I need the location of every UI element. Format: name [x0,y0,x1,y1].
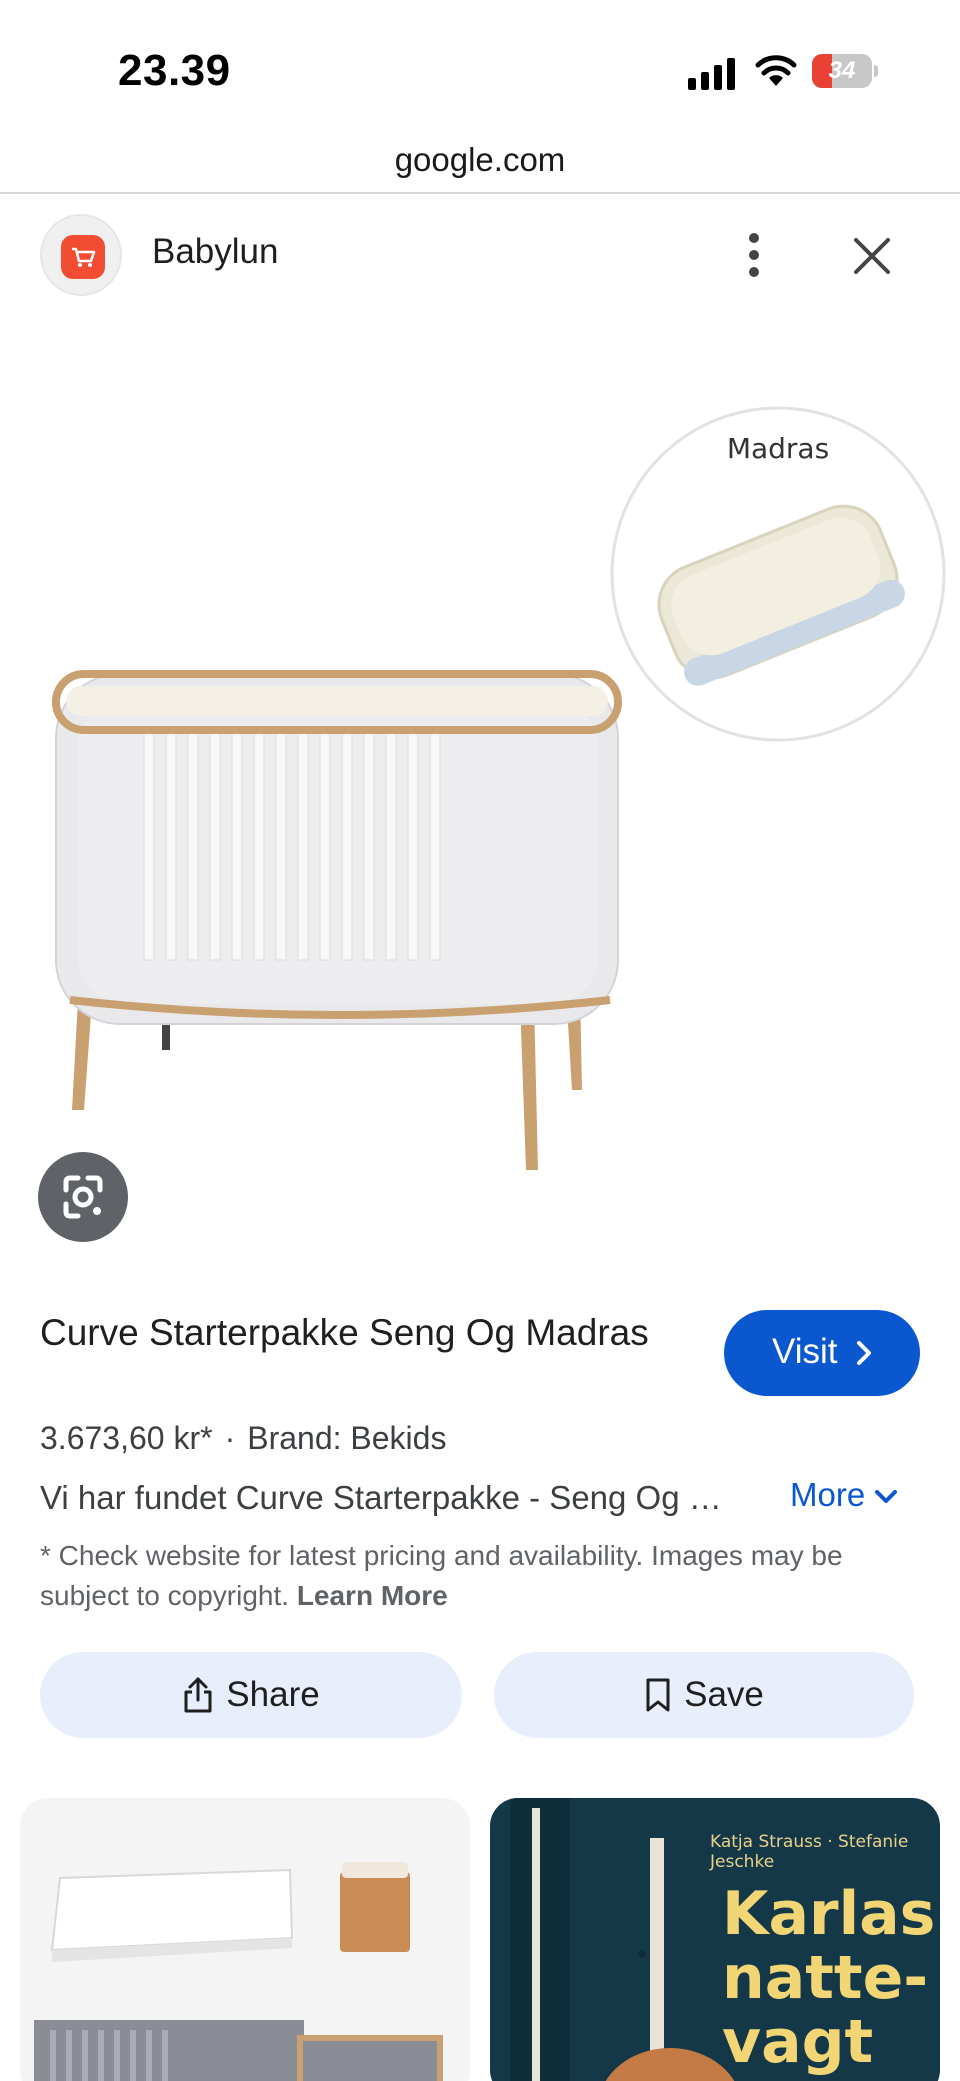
cellular-signal-icon [688,58,735,90]
url-bar[interactable]: google.com [0,130,960,194]
panel-header: Babylun [0,214,960,296]
share-button[interactable]: Share [40,1652,462,1738]
learn-more-link[interactable]: Learn More [297,1580,448,1611]
price: 3.673,60 kr* [40,1420,213,1456]
brand: Brand: Bekids [247,1420,447,1456]
visit-label: Visit [772,1332,838,1371]
book-title: Karlas natte- vagt [722,1879,936,2077]
chevron-right-icon [857,1341,871,1365]
product-description: Vi har fundet Curve Starterpakke - Seng … [40,1479,740,1516]
visit-button[interactable]: Visit [724,1310,920,1396]
more-button[interactable]: More [790,1476,899,1514]
book-author: Katja Strauss · Stefanie Jeschke [710,1832,909,1872]
related-book-card[interactable]: Katja Strauss · Stefanie Jeschke Karlas … [490,1798,940,2081]
close-icon[interactable] [848,232,896,280]
inset-label: Madras [727,432,829,465]
shopping-cart-icon [61,235,105,279]
price-brand-line: 3.673,60 kr* · Brand: Bekids [40,1420,446,1457]
related-product-image [34,1862,443,2081]
site-favicon[interactable] [40,214,122,296]
battery-level: 34 [828,57,856,84]
status-time: 23.39 [118,46,231,95]
save-label: Save [684,1675,764,1714]
share-label: Share [226,1675,320,1714]
more-label: More [790,1476,866,1513]
battery-icon: 34 [812,54,878,88]
wifi-icon [755,55,797,86]
bookmark-icon [646,1678,670,1712]
status-bar: 23.39 34 [0,0,960,130]
related-result-card[interactable] [20,1798,470,2081]
share-icon [184,1677,212,1713]
site-name[interactable]: Babylun [152,232,278,272]
product-title: Curve Starterpakke Seng Og Madras [40,1312,649,1353]
disclaimer: * Check website for latest pricing and a… [40,1536,920,1616]
chevron-down-icon [875,1490,898,1504]
separator: · [224,1420,236,1456]
more-vert-icon[interactable] [734,230,774,280]
url-text: google.com [394,141,566,178]
mattress-inset-image: Madras [610,406,946,742]
product-image[interactable]: Madras [0,310,960,1270]
lens-icon [63,1175,103,1219]
lens-search-button[interactable] [38,1152,128,1242]
save-button[interactable]: Save [494,1652,914,1738]
crib-image [52,670,622,1170]
